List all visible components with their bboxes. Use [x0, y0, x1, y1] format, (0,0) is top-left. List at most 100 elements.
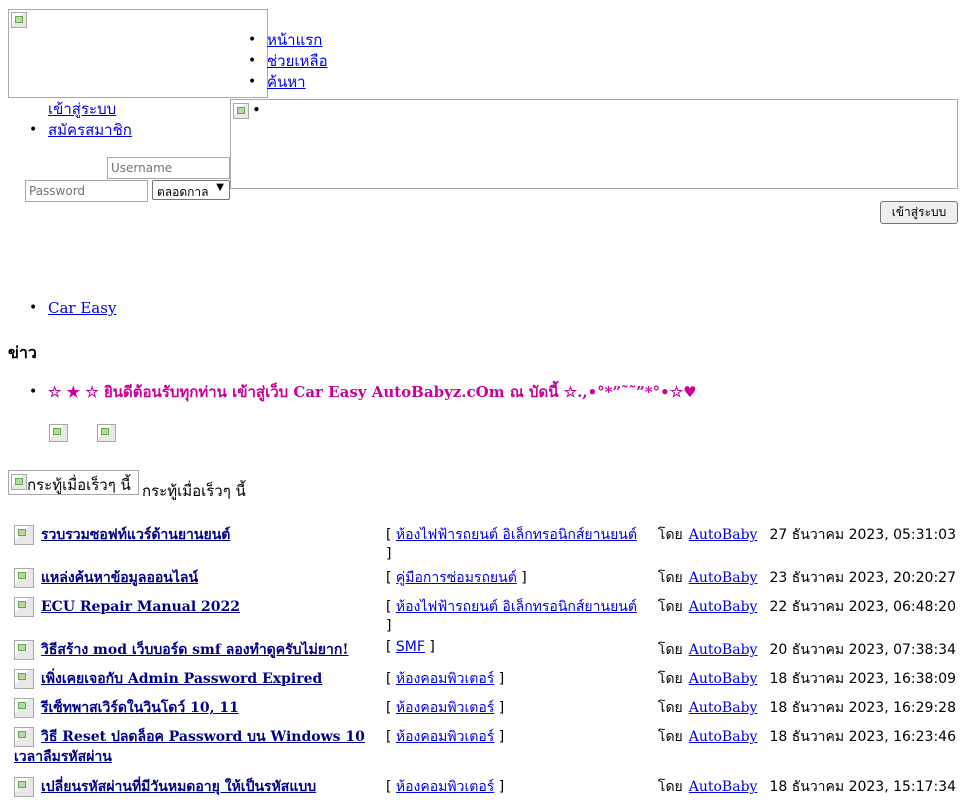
topic-icon	[14, 597, 34, 617]
topic-board-link[interactable]: ห้องไฟฟ้ารถยนต์ อิเล็กทรอนิกส์ยานยนต์	[396, 599, 637, 615]
topic-icon	[14, 525, 34, 545]
topic-icon	[14, 727, 34, 747]
menu-link-search[interactable]: ค้นหา	[267, 73, 306, 91]
topic-board-cell: [ ห้องคอมพิวเตอร์ ]	[380, 721, 652, 771]
topic-subject-link[interactable]: รีเซ็ทพาสเวิร์ดในวินโดว์ 10, 11	[41, 700, 239, 716]
topic-subject-cell: เพิ่งเคยเจอกับ Admin Password Expired	[8, 663, 380, 692]
breadcrumb-link-car-easy[interactable]: Car Easy	[48, 299, 116, 317]
register-link-item: สมัครสมาชิก	[29, 120, 132, 141]
topic-date: 18 ธันวาคม 2023, 16:38:09	[769, 671, 956, 687]
topic-subject-cell: ECU Repair Manual 2022	[8, 591, 380, 634]
topic-board-cell: [ ห้องคอมพิวเตอร์ ]	[380, 692, 652, 721]
topic-board-link[interactable]: ห้องคอมพิวเตอร์	[396, 729, 494, 745]
broken-image-icon	[11, 474, 27, 490]
topic-subject-link[interactable]: รวบรวมซอฟท์แวร์ด้านยานยนต์	[41, 527, 230, 543]
bracket-open: [	[386, 527, 396, 543]
topic-icon	[14, 640, 34, 660]
bracket-open: [	[386, 639, 396, 655]
site-logo[interactable]	[8, 9, 268, 98]
table-row: วิธี Reset ปลดล็อค Password บน Windows 1…	[8, 721, 962, 771]
topic-subject-link[interactable]: แหล่งค้นหาข้อมูลออนไลน์	[41, 570, 198, 586]
menu-link-help[interactable]: ช่วยเหลือ	[267, 52, 328, 70]
topic-date: 18 ธันวาคม 2023, 15:17:34	[769, 779, 956, 795]
table-row: รวบรวมซอฟท์แวร์ด้านยานยนต์ [ ห้องไฟฟ้ารถย…	[8, 519, 962, 562]
topic-subject-link[interactable]: เพิ่งเคยเจอกับ Admin Password Expired	[41, 671, 322, 687]
topic-icon	[14, 669, 34, 689]
topic-author-link[interactable]: AutoBaby	[689, 527, 758, 543]
topic-author-link[interactable]: AutoBaby	[689, 642, 758, 658]
login-link[interactable]: เข้าสู่ระบบ	[48, 100, 116, 118]
topic-author-link[interactable]: AutoBaby	[689, 570, 758, 586]
login-link-item: เข้าสู่ระบบ	[48, 99, 132, 120]
username-input[interactable]	[107, 157, 230, 179]
dropdown-arrow-icon: ▼	[216, 182, 224, 193]
topic-subject-link[interactable]: วิธี Reset ปลดล็อค Password บน Windows 1…	[14, 729, 365, 765]
bracket-open: [	[386, 671, 396, 687]
topic-icon	[14, 698, 34, 718]
topic-subject-link[interactable]: วิธีสร้าง mod เว็บบอร์ด smf ลองทำดูครับไ…	[41, 642, 349, 658]
topic-author-cell: โดย AutoBaby	[652, 519, 764, 562]
register-link[interactable]: สมัครสมาชิก	[48, 121, 132, 139]
topic-date: 23 ธันวาคม 2023, 20:20:27	[769, 570, 956, 586]
bracket-close: ]	[424, 639, 435, 655]
topic-subject-cell: รีเซ็ทพาสเวิร์ดในวินโดว์ 10, 11	[8, 692, 380, 721]
topic-author-cell: โดย AutoBaby	[652, 692, 764, 721]
topic-date: 20 ธันวาคม 2023, 07:38:34	[769, 642, 956, 658]
topic-date: 18 ธันวาคม 2023, 16:29:28	[769, 700, 956, 716]
table-row: ECU Repair Manual 2022 [ ห้องไฟฟ้ารถยนต์ …	[8, 591, 962, 634]
topic-author-cell: โดย AutoBaby	[652, 591, 764, 634]
topic-board-link[interactable]: ห้องคอมพิวเตอร์	[396, 779, 494, 795]
by-label: โดย	[657, 700, 683, 716]
topic-author-link[interactable]: AutoBaby	[689, 779, 758, 795]
login-submit-button[interactable]: เข้าสู่ระบบ	[880, 201, 958, 224]
topic-author-cell: โดย AutoBaby	[652, 771, 764, 800]
menu-item-help: ช่วยเหลือ	[248, 51, 328, 72]
table-row: วิธีสร้าง mod เว็บบอร์ด smf ลองทำดูครับไ…	[8, 634, 962, 663]
topic-board-link[interactable]: ห้องคอมพิวเตอร์	[396, 700, 494, 716]
topic-author-link[interactable]: AutoBaby	[689, 599, 758, 615]
topic-date: 18 ธันวาคม 2023, 16:23:46	[769, 729, 956, 745]
by-label: โดย	[657, 570, 683, 586]
bracket-open: [	[386, 570, 396, 586]
by-label: โดย	[657, 729, 683, 745]
menu-link-home[interactable]: หน้าแรก	[267, 31, 322, 49]
topic-board-cell: [ คู่มือการซ่อมรถยนต์ ]	[380, 562, 652, 591]
bracket-open: [	[386, 729, 396, 745]
topic-subject-link[interactable]: ECU Repair Manual 2022	[41, 599, 240, 615]
topic-author-cell: โดย AutoBaby	[652, 663, 764, 692]
bracket-close: ]	[494, 729, 505, 745]
topic-subject-cell: วิธี Reset ปลดล็อค Password บน Windows 1…	[8, 721, 380, 771]
topic-author-cell: โดย AutoBaby	[652, 634, 764, 663]
by-label: โดย	[657, 527, 683, 543]
news-text: ☆ ★ ☆ ยินดีต้อนรับทุกท่าน เข้าสู่เว็บ Ca…	[48, 383, 697, 401]
topic-board-link[interactable]: ห้องคอมพิวเตอร์	[396, 671, 494, 687]
menu-item-search: ค้นหา	[248, 72, 328, 93]
header-banner: •	[230, 99, 958, 189]
login-duration-select[interactable]: ตลอดกาล ▼	[152, 180, 230, 200]
topic-author-link[interactable]: AutoBaby	[689, 671, 758, 687]
login-links: เข้าสู่ระบบ สมัครสมาชิก	[29, 99, 132, 141]
news-list: ☆ ★ ☆ ยินดีต้อนรับทุกท่าน เข้าสู่เว็บ Ca…	[29, 382, 697, 403]
topic-subject-link[interactable]: เปลี่ยนรหัสผ่านที่มีวันหมดอายุ ให้เป็นรห…	[41, 779, 316, 795]
topic-date: 22 ธันวาคม 2023, 06:48:20	[769, 599, 956, 615]
password-input[interactable]	[25, 180, 148, 202]
login-duration-value: ตลอดกาล	[157, 185, 209, 199]
recent-posts-title: กระทู้เมื่อเร็วๆ นี้	[142, 482, 246, 500]
topic-subject-cell: รวบรวมซอฟท์แวร์ด้านยานยนต์	[8, 519, 380, 562]
bracket-close: ]	[386, 546, 392, 562]
topic-board-link[interactable]: ห้องไฟฟ้ารถยนต์ อิเล็กทรอนิกส์ยานยนต์	[396, 527, 637, 543]
topic-board-cell: [ ห้องคอมพิวเตอร์ ]	[380, 663, 652, 692]
table-row: รีเซ็ทพาสเวิร์ดในวินโดว์ 10, 11 [ ห้องคอม…	[8, 692, 962, 721]
topic-board-link[interactable]: SMF	[396, 639, 425, 655]
topic-author-link[interactable]: AutoBaby	[689, 700, 758, 716]
menu-item-home: หน้าแรก	[248, 30, 328, 51]
login-submit-label: เข้าสู่ระบบ	[891, 205, 947, 219]
recent-posts-icon: กระทู้เมื่อเร็วๆ นี้	[8, 470, 139, 495]
bracket-close: ]	[494, 779, 505, 795]
topic-board-link[interactable]: คู่มือการซ่อมรถยนต์	[396, 570, 517, 586]
news-image-2	[96, 424, 116, 442]
by-label: โดย	[657, 779, 683, 795]
by-label: โดย	[657, 599, 683, 615]
topic-author-link[interactable]: AutoBaby	[689, 729, 758, 745]
topic-board-cell: [ ห้องไฟฟ้ารถยนต์ อิเล็กทรอนิกส์ยานยนต์ …	[380, 591, 652, 634]
